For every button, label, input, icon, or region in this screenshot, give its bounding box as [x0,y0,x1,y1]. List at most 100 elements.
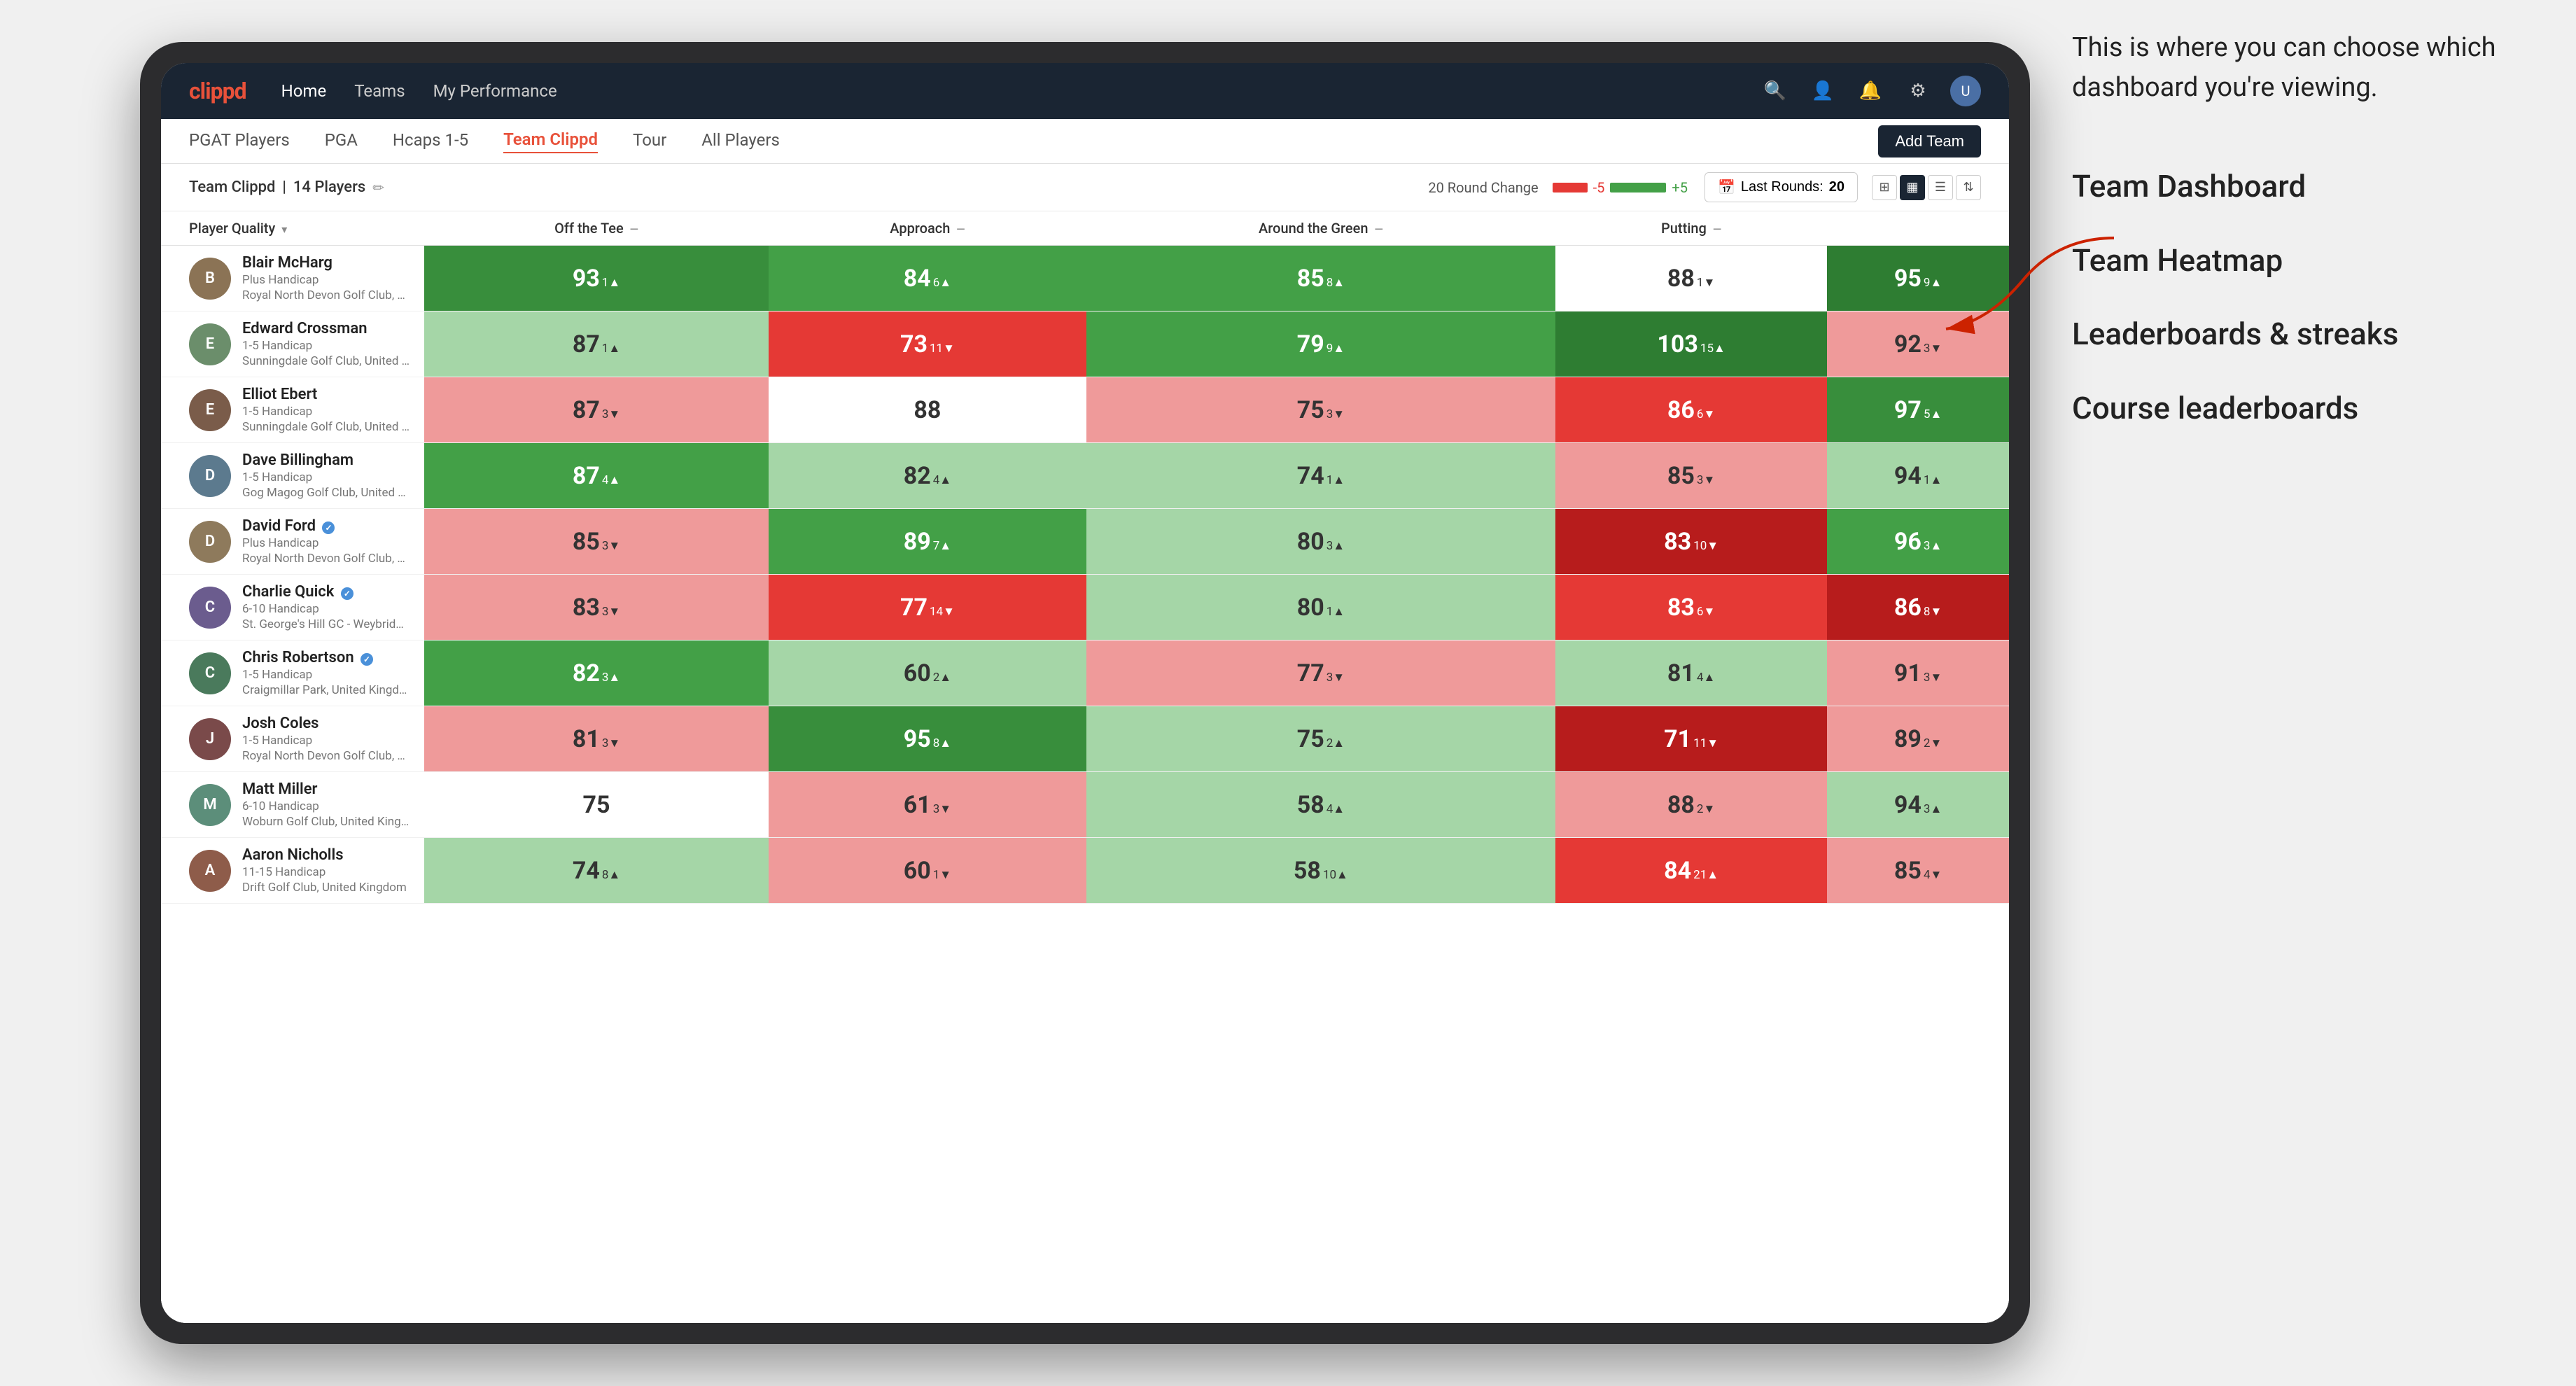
score-value: 74 [1297,462,1324,490]
score-value: 85 [1297,265,1324,293]
table-row[interactable]: D David Ford ✓ Plus Handicap Royal North… [161,509,2009,575]
player-cell[interactable]: E Elliot Ebert 1-5 Handicap Sunningdale … [161,377,424,442]
putting-header[interactable]: Putting — [1555,211,1827,246]
grid-view-button[interactable]: ⊞ [1872,175,1897,200]
table-row[interactable]: C Charlie Quick ✓ 6-10 Handicap St. Geor… [161,575,2009,640]
table-row[interactable]: A Aaron Nicholls 11-15 Handicap Drift Go… [161,838,2009,904]
player-handicap: 1-5 Handicap [242,668,410,682]
score-cell-approach: 803▲ [1086,509,1555,575]
player-table-body: B Blair McHarg Plus Handicap Royal North… [161,246,2009,904]
score-cell-approach: 5810▲ [1086,838,1555,904]
around-green-header[interactable]: Around the Green — [1086,211,1555,246]
player-cell[interactable]: C Charlie Quick ✓ 6-10 Handicap St. Geor… [161,575,424,640]
nav-icons: 🔍 👤 🔔 ⚙ U [1760,76,1981,106]
sub-nav-tour[interactable]: Tour [633,130,666,153]
player-cell[interactable]: A Aaron Nicholls 11-15 Handicap Drift Go… [161,838,424,903]
table-row[interactable]: E Edward Crossman 1-5 Handicap Sunningda… [161,312,2009,377]
player-cell[interactable]: C Chris Robertson ✓ 1-5 Handicap Craigmi… [161,640,424,706]
top-navigation: clippd Home Teams My Performance 🔍 👤 🔔 ⚙… [161,63,2009,119]
player-name: Chris Robertson ✓ [242,649,410,666]
sort-icon: — [1713,223,1721,236]
sub-nav-links: PGAT Players PGA Hcaps 1-5 Team Clippd T… [189,130,780,153]
list-view-button[interactable]: ☰ [1928,175,1953,200]
player-info: Aaron Nicholls 11-15 Handicap Drift Golf… [242,846,407,895]
score-value: 75 [583,791,610,819]
player-club: St. George's Hill GC - Weybridge - Surre… [242,617,410,631]
nav-link-performance[interactable]: My Performance [433,78,557,104]
player-info: David Ford ✓ Plus Handicap Royal North D… [242,517,410,566]
sub-nav-hcaps[interactable]: Hcaps 1-5 [393,130,468,153]
table-row[interactable]: E Elliot Ebert 1-5 Handicap Sunningdale … [161,377,2009,443]
calendar-icon: 📅 [1718,178,1735,196]
player-handicap: 6-10 Handicap [242,602,410,616]
score-cell-quality: 813▼ [424,706,769,772]
view-icons: ⊞ ▦ ☰ ⇅ [1872,175,1981,200]
sub-nav-all-players[interactable]: All Players [701,130,780,153]
avatar[interactable]: U [1950,76,1981,106]
annotation-item-4: Course leaderboards [2072,372,2548,446]
settings-icon[interactable]: ⚙ [1903,76,1933,106]
player-handicap: 1-5 Handicap [242,405,410,419]
annotation-list: Team Dashboard Team Heatmap Leaderboards… [2072,150,2548,445]
table-row[interactable]: D Dave Billingham 1-5 Handicap Gog Magog… [161,443,2009,509]
player-cell[interactable]: J Josh Coles 1-5 Handicap Royal North De… [161,706,424,771]
score-value: 61 [904,791,931,819]
user-icon[interactable]: 👤 [1807,76,1838,106]
score-cell-approach: 799▲ [1086,312,1555,377]
negative-bar [1553,183,1588,192]
player-avatar: J [189,718,231,760]
score-value: 94 [1894,462,1921,490]
player-avatar: C [189,587,231,629]
add-team-button[interactable]: Add Team [1878,125,1981,158]
score-cell-around_green: 8310▼ [1555,509,1827,575]
edit-icon[interactable]: ✏ [372,179,384,196]
player-cell[interactable]: M Matt Miller 6-10 Handicap Woburn Golf … [161,772,424,837]
score-cell-around_green: 866▼ [1555,377,1827,443]
player-info: Dave Billingham 1-5 Handicap Gog Magog G… [242,451,410,500]
last-rounds-button[interactable]: 📅 Last Rounds: 20 [1704,172,1858,202]
settings-view-button[interactable]: ⇅ [1956,175,1981,200]
score-value: 82 [904,462,931,490]
table-row[interactable]: C Chris Robertson ✓ 1-5 Handicap Craigmi… [161,640,2009,706]
table-row[interactable]: B Blair McHarg Plus Handicap Royal North… [161,246,2009,312]
off-tee-header[interactable]: Off the Tee — [424,211,769,246]
approach-header[interactable]: Approach — [769,211,1086,246]
player-quality-header[interactable]: Player Quality ▾ [161,211,424,246]
score-cell-around_green: 10315▲ [1555,312,1827,377]
score-cell-approach: 801▲ [1086,575,1555,640]
score-cell-around_green: 853▼ [1555,443,1827,509]
notification-icon[interactable]: 🔔 [1855,76,1886,106]
score-value: 81 [573,725,600,753]
score-value: 88 [1667,265,1695,293]
sub-nav-pga[interactable]: PGA [325,130,358,153]
annotation-area: This is where you can choose which dashb… [2072,28,2548,445]
player-cell[interactable]: D Dave Billingham 1-5 Handicap Gog Magog… [161,443,424,508]
player-info: Edward Crossman 1-5 Handicap Sunningdale… [242,320,410,368]
table-view-button[interactable]: ▦ [1900,175,1925,200]
last-rounds-label: Last Rounds: [1741,179,1823,195]
round-change-label: 20 Round Change [1428,179,1538,196]
search-icon[interactable]: 🔍 [1760,76,1791,106]
score-value: 60 [904,857,931,885]
score-value: 71 [1664,725,1691,753]
score-value: 91 [1894,659,1921,687]
player-cell[interactable]: E Edward Crossman 1-5 Handicap Sunningda… [161,312,424,377]
score-cell-approach: 753▼ [1086,377,1555,443]
score-value: 82 [573,659,600,687]
verified-badge: ✓ [341,587,354,600]
team-name: Team Clippd [189,178,275,196]
player-cell[interactable]: D David Ford ✓ Plus Handicap Royal North… [161,509,424,574]
table-row[interactable]: M Matt Miller 6-10 Handicap Woburn Golf … [161,772,2009,838]
sub-nav-team-clippd[interactable]: Team Clippd [503,130,598,153]
player-cell[interactable]: B Blair McHarg Plus Handicap Royal North… [161,246,424,311]
player-handicap: Plus Handicap [242,536,410,550]
player-avatar: D [189,521,231,563]
change-bar: -5 +5 [1553,179,1690,196]
sub-nav-pgat[interactable]: PGAT Players [189,130,290,153]
nav-link-teams[interactable]: Teams [354,78,405,104]
annotation-arrow [1918,224,2128,336]
score-cell-putting: 963▲ [1827,509,2009,575]
player-handicap: 1-5 Handicap [242,734,410,748]
nav-link-home[interactable]: Home [281,78,327,104]
table-row[interactable]: J Josh Coles 1-5 Handicap Royal North De… [161,706,2009,772]
